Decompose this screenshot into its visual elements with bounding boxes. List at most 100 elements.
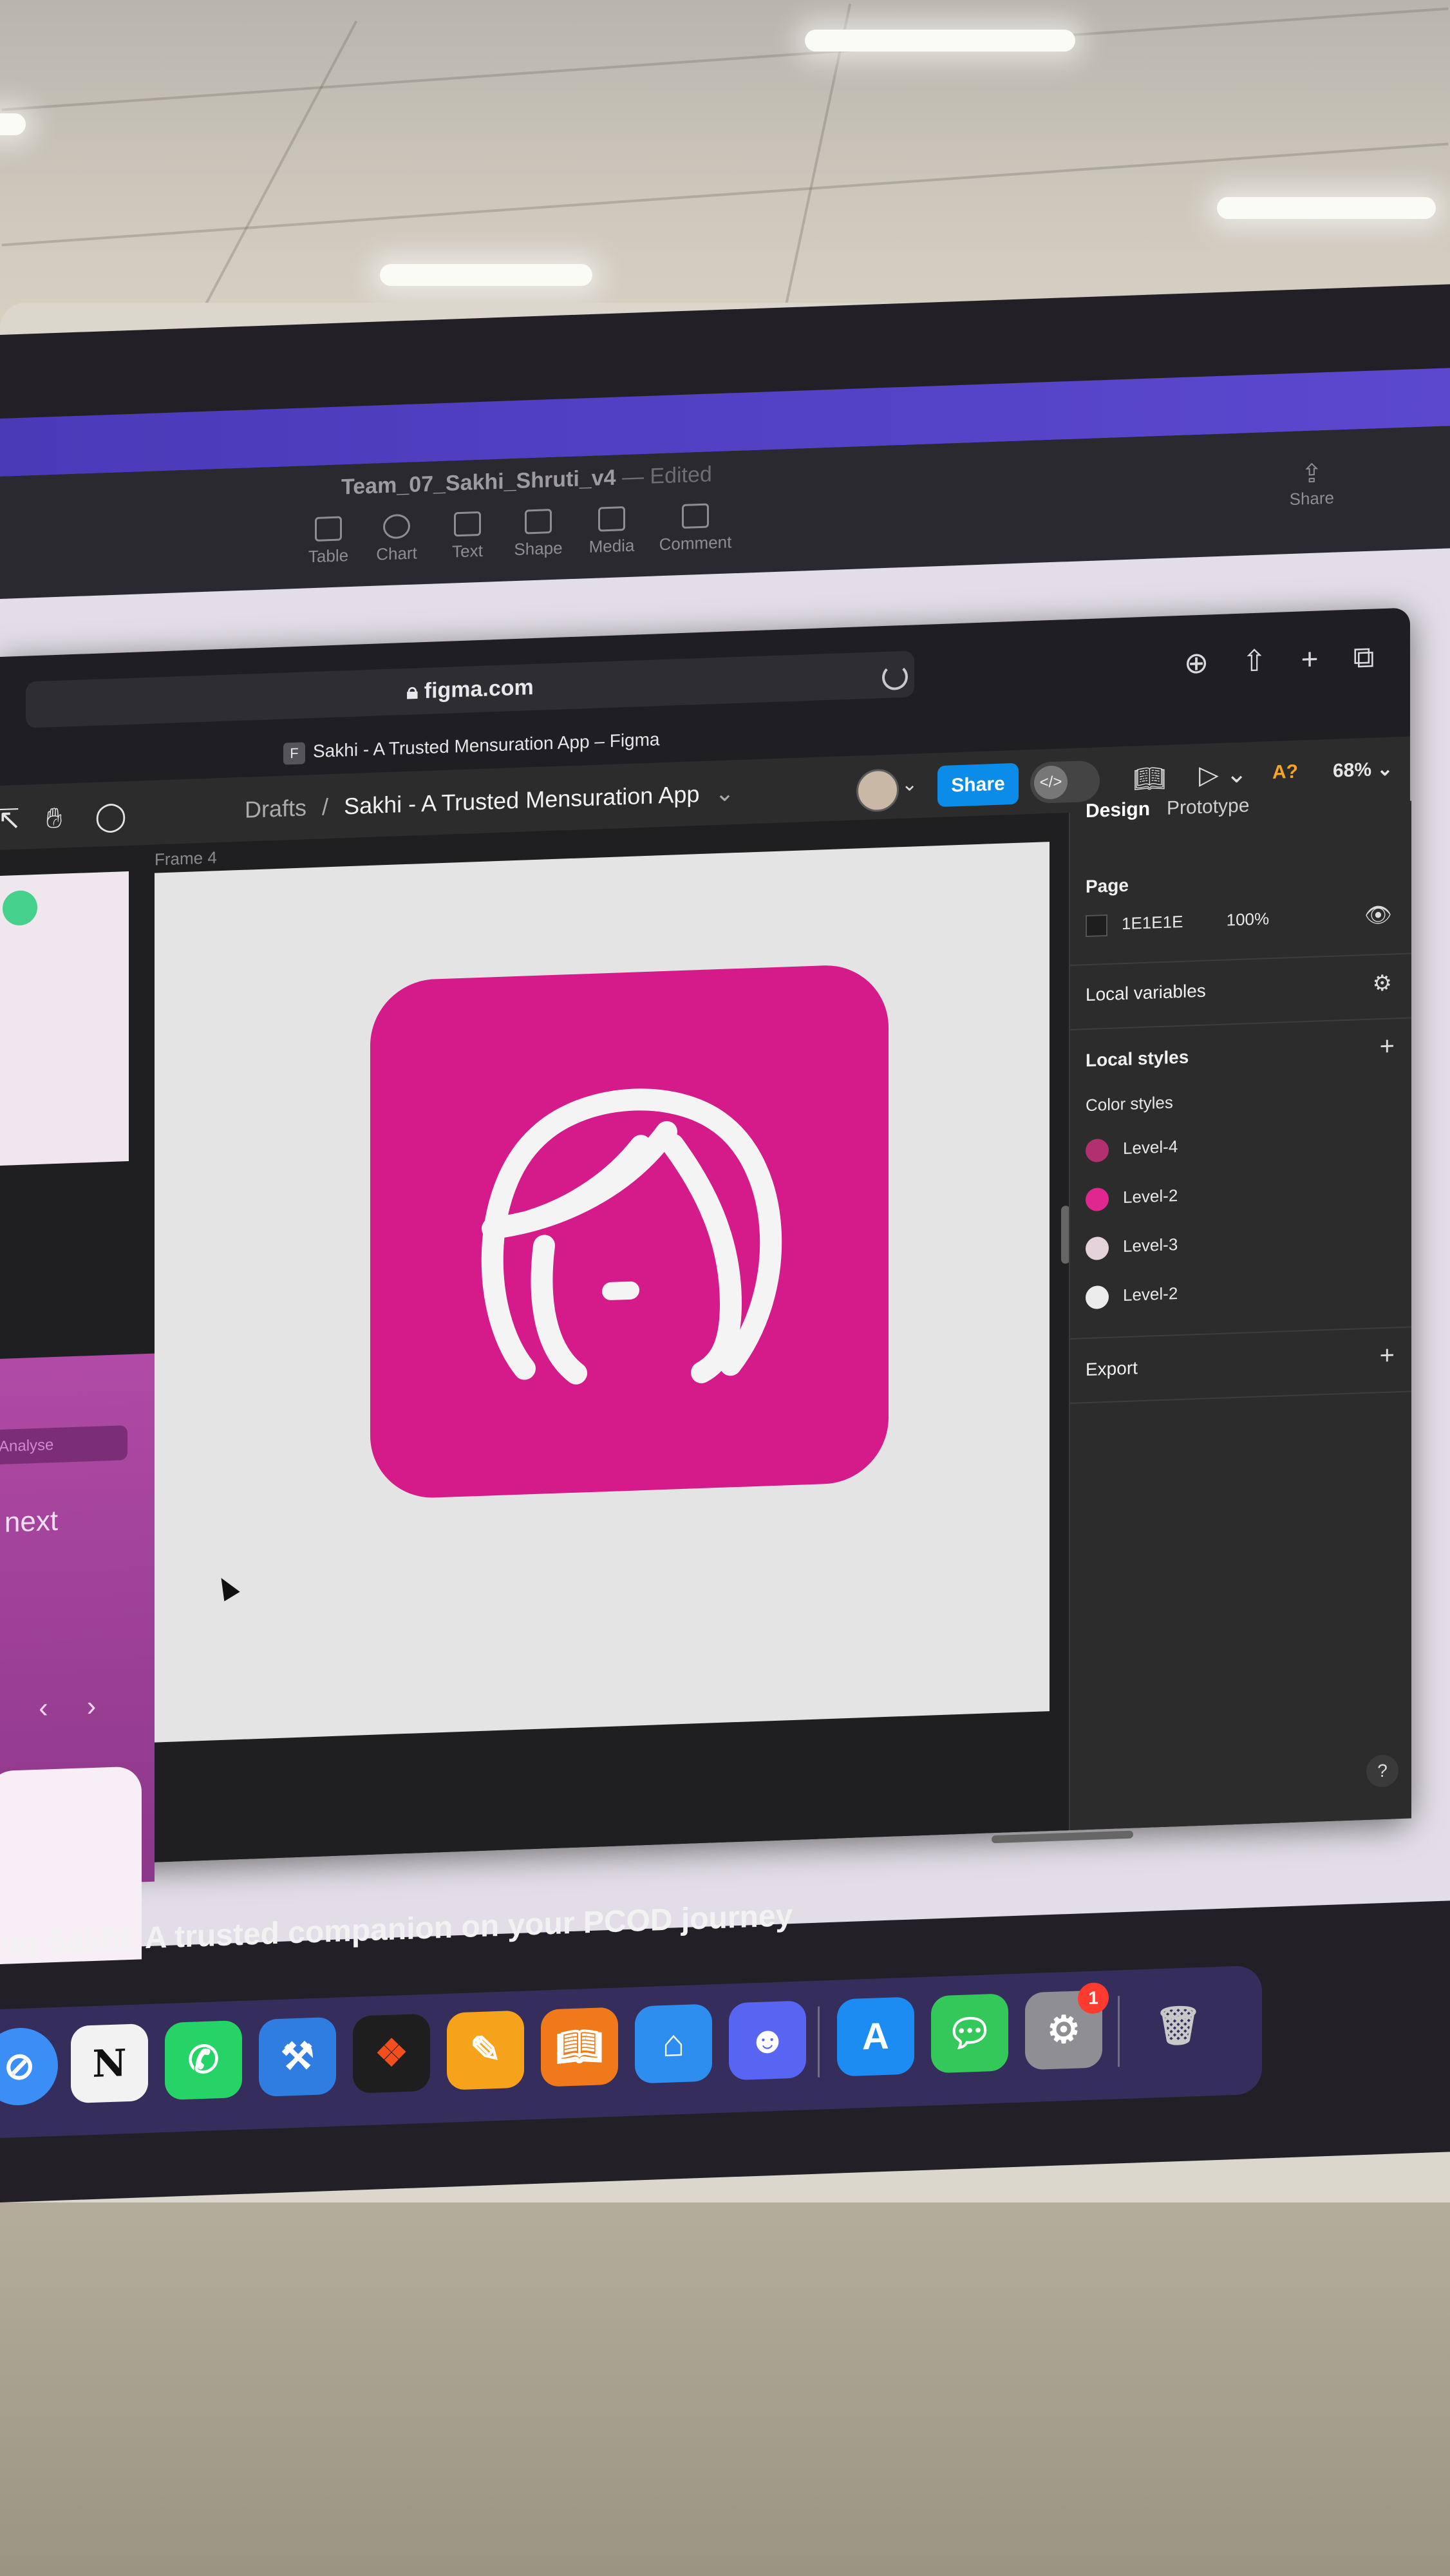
tool-label: Media: [588, 535, 635, 557]
color-swatch: [1086, 1285, 1109, 1310]
books-icon[interactable]: 📖︎: [541, 2007, 618, 2087]
media-tool[interactable]: Media: [573, 506, 650, 558]
dev-mode-toggle[interactable]: </>: [1030, 760, 1100, 804]
address-bar[interactable]: 🔒︎ figma.com: [26, 650, 914, 728]
pages-icon[interactable]: ✎: [447, 2010, 524, 2090]
whatsapp-icon[interactable]: ✆: [165, 2020, 242, 2101]
style-name: Level-2: [1123, 1283, 1178, 1305]
share-icon[interactable]: ⇧: [1236, 642, 1272, 679]
tool-label: Chart: [376, 543, 417, 564]
color-styles-label: Color styles: [1086, 1092, 1173, 1115]
system-settings-icon[interactable]: ⚙︎ 1: [1025, 1982, 1109, 2070]
table-tool[interactable]: Table: [290, 515, 367, 567]
media-icon: [598, 506, 625, 532]
style-name: Level-4: [1123, 1136, 1178, 1158]
variables-icon[interactable]: ⚙︎: [1373, 971, 1392, 997]
tab-prototype[interactable]: Prototype: [1167, 795, 1249, 819]
ceiling-grid-line: [1, 7, 1449, 111]
share-label: Share: [1289, 488, 1334, 509]
breadcrumb-separator: /: [322, 793, 329, 820]
add-style-icon[interactable]: +: [1380, 1032, 1395, 1061]
page-color-value[interactable]: 1E1E1E: [1122, 912, 1183, 933]
text-icon: [454, 511, 481, 537]
color-style-item[interactable]: Level-2: [1086, 1185, 1178, 1212]
ceiling-light: [805, 30, 1075, 52]
ai-font-check[interactable]: A?: [1272, 761, 1298, 784]
messages-icon[interactable]: 💬︎: [931, 1993, 1008, 2074]
tab-design[interactable]: Design: [1086, 799, 1150, 822]
notion-icon[interactable]: N: [71, 2023, 148, 2104]
trash-icon[interactable]: 🗑︎: [1140, 1986, 1217, 2066]
divider: [1070, 1390, 1411, 1404]
color-style-item[interactable]: Level-4: [1086, 1136, 1178, 1163]
figma-canvas[interactable]: Analyse r next ‹› Frame 4: [0, 813, 1133, 1965]
download-icon[interactable]: ⊕: [1178, 644, 1214, 681]
zoom-value: 68%: [1333, 759, 1372, 782]
xcode-icon[interactable]: ⚒: [259, 2016, 336, 2097]
color-swatch: [1086, 914, 1107, 938]
share-button[interactable]: Share: [937, 762, 1019, 808]
tool-label: Shape: [514, 538, 563, 560]
chevron-down-icon[interactable]: ⌄: [715, 779, 734, 806]
phone-nav-arrows: ‹›: [39, 1689, 135, 1724]
library-icon[interactable]: 📖︎: [1133, 763, 1166, 795]
browser-tab[interactable]: F Sakhi - A Trusted Mensuration App – Fig…: [283, 729, 660, 765]
keynote-icon[interactable]: ⌂: [635, 2003, 712, 2084]
ceiling-grid-line: [1, 142, 1449, 247]
frame-thumbnail[interactable]: [0, 871, 129, 1166]
figma-favicon-icon: F: [283, 742, 305, 765]
ceiling-light: [0, 113, 26, 135]
color-style-item[interactable]: Level-2: [1086, 1283, 1178, 1310]
phone-tab-pill: Analyse: [0, 1425, 127, 1465]
color-swatch: [1086, 1236, 1109, 1261]
move-tool-icon[interactable]: ⇱: [0, 802, 26, 839]
cursor-collaborator-icon: [3, 889, 37, 926]
tool-label: Comment: [659, 532, 732, 554]
table-icon: [315, 516, 342, 542]
comment-tool[interactable]: Comment: [657, 502, 734, 554]
eye-icon[interactable]: 👁︎: [1364, 902, 1392, 929]
local-styles-title: Local styles: [1086, 1046, 1189, 1071]
page-opacity-value[interactable]: 100%: [1227, 909, 1270, 929]
woman-face-icon: [481, 1088, 782, 1385]
tab-overview-icon[interactable]: ⧉: [1346, 638, 1382, 676]
breadcrumb: Drafts / Sakhi - A Trusted Mensuration A…: [245, 779, 735, 824]
avatar[interactable]: [856, 768, 899, 813]
frame-4[interactable]: [155, 842, 1050, 1743]
export-section[interactable]: Export: [1086, 1358, 1138, 1380]
text-tool[interactable]: Text: [429, 511, 506, 563]
color-swatch: [1086, 1138, 1109, 1163]
figma-icon[interactable]: ❖: [353, 2013, 430, 2094]
divider: [1070, 1326, 1411, 1340]
add-export-icon[interactable]: +: [1380, 1341, 1395, 1370]
document-name: Team_07_Sakhi_Shruti_v4: [341, 465, 616, 500]
new-tab-icon[interactable]: +: [1292, 640, 1328, 677]
comment-tool-icon[interactable]: ◯: [93, 798, 129, 835]
numbers-share-button[interactable]: ⇪ Share: [1290, 459, 1334, 509]
chart-tool[interactable]: Chart: [358, 513, 435, 565]
app-store-icon[interactable]: A: [837, 1996, 914, 2077]
breadcrumb-drafts[interactable]: Drafts: [245, 794, 306, 822]
dock-separator: [1118, 1996, 1120, 2067]
discord-icon[interactable]: ☻: [729, 2000, 806, 2081]
divider: [1070, 1017, 1411, 1030]
app-icon[interactable]: [370, 963, 889, 1500]
phone-frame[interactable]: Analyse r next ‹›: [0, 1353, 155, 1965]
color-swatch: [1086, 1187, 1109, 1212]
file-name[interactable]: Sakhi - A Trusted Mensuration App: [344, 781, 699, 819]
hand-tool-icon[interactable]: ✋︎: [36, 800, 72, 837]
chevron-down-icon[interactable]: ⌄: [901, 773, 918, 796]
comment-icon: [682, 503, 709, 529]
tool-label: Table: [308, 545, 349, 567]
help-button[interactable]: ?: [1366, 1754, 1398, 1788]
ceiling-light: [1217, 197, 1436, 219]
color-style-item[interactable]: Level-3: [1086, 1234, 1178, 1261]
frame-label[interactable]: Frame 4: [155, 848, 217, 869]
page-color-row[interactable]: 1E1E1E 100%: [1086, 909, 1270, 938]
present-icon[interactable]: ▷ ⌄: [1199, 759, 1247, 790]
style-name: Level-3: [1123, 1234, 1178, 1256]
shape-tool[interactable]: Shape: [500, 508, 577, 560]
safari-icon[interactable]: ⊘: [0, 2026, 58, 2107]
local-variables[interactable]: Local variables: [1086, 981, 1206, 1006]
zoom-control[interactable]: 68% ⌄: [1333, 757, 1393, 782]
